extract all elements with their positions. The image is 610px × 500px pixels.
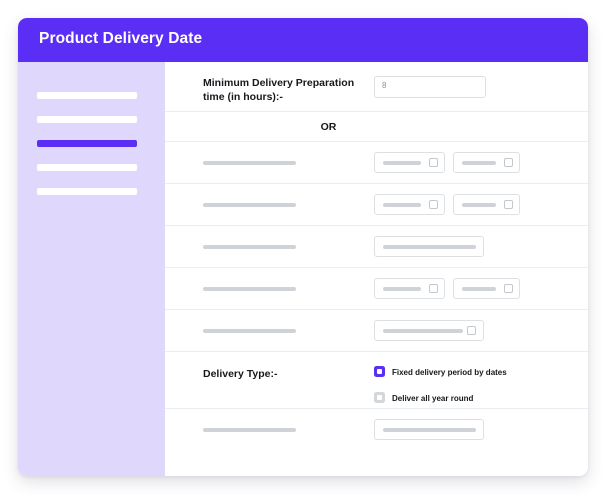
calendar-icon[interactable] xyxy=(429,284,438,293)
skeleton-row-5 xyxy=(165,310,588,352)
product-delivery-date-card: Product Delivery Date Minimum Delivery P… xyxy=(18,18,588,476)
app-root: Product Delivery Date Minimum Delivery P… xyxy=(0,0,610,500)
skeleton-bar xyxy=(383,428,476,432)
page-title: Product Delivery Date xyxy=(39,30,203,47)
skeleton-input-2b[interactable] xyxy=(453,194,520,215)
sidebar-item-4[interactable] xyxy=(37,164,137,171)
option-label-deliver-all-year-round[interactable]: Deliver all year round xyxy=(392,394,473,403)
prep-time-value: 8 xyxy=(382,81,387,90)
skeleton-bar xyxy=(462,287,496,291)
skeleton-label-5 xyxy=(203,329,296,333)
skeleton-row-2 xyxy=(165,184,588,226)
skeleton-label-2 xyxy=(203,203,296,207)
skeleton-bar xyxy=(383,245,476,249)
sidebar-item-1[interactable] xyxy=(37,92,137,99)
skeleton-bar xyxy=(462,203,496,207)
skeleton-bar xyxy=(462,161,496,165)
skeleton-input-4a[interactable] xyxy=(374,278,445,299)
prep-time-input[interactable]: 8 xyxy=(374,76,486,98)
row-delivery-type: Delivery Type:- Fixed delivery period by… xyxy=(165,352,588,409)
skeleton-input-5[interactable] xyxy=(374,320,484,341)
skeleton-bar xyxy=(383,203,421,207)
skeleton-row-6 xyxy=(165,409,588,457)
calendar-icon[interactable] xyxy=(467,326,476,335)
or-label: OR xyxy=(320,121,337,133)
calendar-icon[interactable] xyxy=(504,200,513,209)
skeleton-bar xyxy=(383,329,463,333)
skeleton-input-2a[interactable] xyxy=(374,194,445,215)
row-or-divider: OR xyxy=(165,112,588,142)
prep-time-label: Minimum Delivery Preparation time (in ho… xyxy=(203,77,355,103)
skeleton-bar xyxy=(383,161,421,165)
calendar-icon[interactable] xyxy=(429,158,438,167)
skeleton-row-1 xyxy=(165,142,588,184)
delivery-type-label: Delivery Type:- xyxy=(203,368,278,380)
skeleton-row-3 xyxy=(165,226,588,268)
form-pane: Minimum Delivery Preparation time (in ho… xyxy=(165,62,588,476)
skeleton-input-4b[interactable] xyxy=(453,278,520,299)
checkbox-fixed-delivery-period[interactable] xyxy=(374,366,385,377)
sidebar-item-3-active[interactable] xyxy=(37,140,137,147)
calendar-icon[interactable] xyxy=(504,158,513,167)
option-label-fixed-delivery-period[interactable]: Fixed delivery period by dates xyxy=(392,368,507,377)
skeleton-label-6 xyxy=(203,428,296,432)
card-header: Product Delivery Date xyxy=(18,18,588,62)
skeleton-label-3 xyxy=(203,245,296,249)
skeleton-row-4 xyxy=(165,268,588,310)
checkbox-inner-mark xyxy=(377,369,382,374)
skeleton-label-4 xyxy=(203,287,296,291)
skeleton-input-6[interactable] xyxy=(374,419,484,440)
checkbox-inner-mark xyxy=(377,395,382,400)
calendar-icon[interactable] xyxy=(429,200,438,209)
skeleton-input-1b[interactable] xyxy=(453,152,520,173)
card-body: Minimum Delivery Preparation time (in ho… xyxy=(18,62,588,476)
row-prep-time: Minimum Delivery Preparation time (in ho… xyxy=(165,62,588,112)
skeleton-label-1 xyxy=(203,161,296,165)
skeleton-bar xyxy=(383,287,421,291)
skeleton-input-3[interactable] xyxy=(374,236,484,257)
checkbox-deliver-all-year-round[interactable] xyxy=(374,392,385,403)
calendar-icon[interactable] xyxy=(504,284,513,293)
sidebar-item-5[interactable] xyxy=(37,188,137,195)
skeleton-input-1a[interactable] xyxy=(374,152,445,173)
